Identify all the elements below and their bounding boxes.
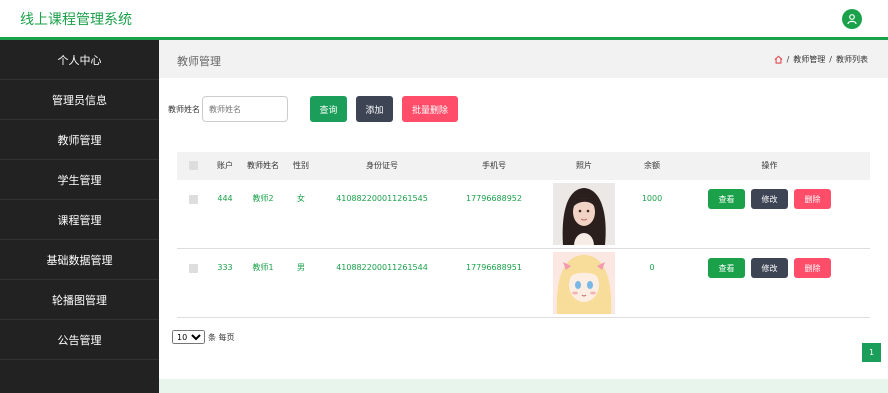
cell-phone: 17796688952 — [466, 194, 522, 203]
sidebar-item-teacher-management[interactable]: 教师管理 — [0, 120, 159, 160]
cell-balance: 0 — [649, 263, 655, 272]
teacher-photo — [553, 183, 615, 245]
home-icon[interactable] — [774, 55, 783, 64]
breadcrumb: / 教师管理 / 教师列表 — [774, 54, 868, 65]
sidebar-item-course-management[interactable]: 课程管理 — [0, 200, 159, 240]
cell-phone: 17796688951 — [466, 263, 522, 272]
edit-button[interactable]: 修改 — [751, 189, 788, 209]
row-checkbox[interactable] — [189, 264, 198, 273]
cell-gender: 男 — [297, 263, 305, 272]
delete-button[interactable]: 删除 — [794, 258, 831, 278]
column-header-id-number: 身份证号 — [366, 161, 398, 170]
query-button[interactable]: 查询 — [310, 96, 347, 122]
page-size-control: 10 条 每页 — [172, 330, 235, 344]
search-label: 教师姓名 — [168, 104, 200, 114]
column-header-phone: 手机号 — [482, 161, 506, 170]
page-size-select[interactable]: 10 — [172, 330, 205, 344]
user-icon — [847, 14, 857, 25]
sidebar-item-carousel-management[interactable]: 轮播图管理 — [0, 280, 159, 320]
column-header-gender: 性别 — [293, 161, 309, 170]
column-header-actions: 操作 — [761, 161, 778, 170]
sidebar-item-notice-management[interactable]: 公告管理 — [0, 320, 159, 360]
view-button[interactable]: 查看 — [708, 258, 745, 278]
batch-delete-button[interactable]: 批量删除 — [402, 96, 458, 122]
sidebar-item-base-data-management[interactable]: 基础数据管理 — [0, 240, 159, 280]
cell-account: 444 — [217, 194, 233, 203]
cell-name: 教师2 — [252, 194, 274, 203]
teacher-table: 账户 教师姓名 性别 身份证号 手机号 照片 余额 操作 444 教师2 女 4… — [177, 152, 870, 318]
sidebar-item-admin-info[interactable]: 管理员信息 — [0, 80, 159, 120]
sidebar-item-student-management[interactable]: 学生管理 — [0, 160, 159, 200]
teacher-photo — [553, 252, 615, 314]
cell-account: 333 — [217, 263, 233, 272]
sidebar: 个人中心 管理员信息 教师管理 学生管理 课程管理 基础数据管理 轮播图管理 公… — [0, 40, 159, 393]
breadcrumb-separator: / — [829, 55, 832, 64]
column-header-account: 账户 — [217, 161, 233, 170]
top-bar: 线上课程管理系统 — [0, 0, 888, 40]
table-row: 333 教师1 男 410882200011261544 17796688951… — [177, 249, 870, 318]
delete-button[interactable]: 删除 — [794, 189, 831, 209]
column-header-name: 教师姓名 — [247, 161, 279, 170]
breadcrumb-separator: / — [786, 55, 790, 64]
cell-gender: 女 — [297, 194, 305, 203]
teacher-name-search-input[interactable] — [202, 96, 288, 122]
add-button[interactable]: 添加 — [356, 96, 393, 122]
sidebar-item-personal-center[interactable]: 个人中心 — [0, 40, 159, 80]
search-bar: 教师姓名 查询 添加 批量删除 — [168, 96, 458, 122]
app-title: 线上课程管理系统 — [20, 12, 132, 28]
user-avatar[interactable] — [842, 9, 862, 29]
select-all-checkbox[interactable] — [189, 161, 198, 170]
breadcrumb-current: 教师列表 — [836, 55, 868, 64]
cell-name: 教师1 — [252, 263, 274, 272]
view-button[interactable]: 查看 — [708, 189, 745, 209]
table-row: 444 教师2 女 410882200011261545 17796688952… — [177, 180, 870, 249]
row-checkbox[interactable] — [189, 195, 198, 204]
per-page-label: 条 每页 — [208, 332, 235, 342]
footer-strip — [159, 379, 888, 393]
breadcrumb-parent[interactable]: 教师管理 — [793, 54, 825, 65]
column-header-photo: 照片 — [576, 161, 592, 170]
page-title: 教师管理 — [177, 55, 221, 68]
page-header: 教师管理 / 教师管理 / 教师列表 — [159, 40, 888, 78]
cell-id-number: 410882200011261545 — [336, 194, 428, 203]
table-header: 账户 教师姓名 性别 身份证号 手机号 照片 余额 操作 — [177, 152, 870, 180]
edit-button[interactable]: 修改 — [751, 258, 788, 278]
cell-balance: 1000 — [641, 194, 663, 203]
column-header-balance: 余额 — [644, 161, 660, 170]
cell-id-number: 410882200011261544 — [336, 263, 428, 272]
main-content: 教师管理 / 教师管理 / 教师列表 教师姓名 查询 添加 批量删除 账户 教师… — [159, 40, 888, 393]
current-page-button[interactable]: 1 — [862, 343, 881, 362]
